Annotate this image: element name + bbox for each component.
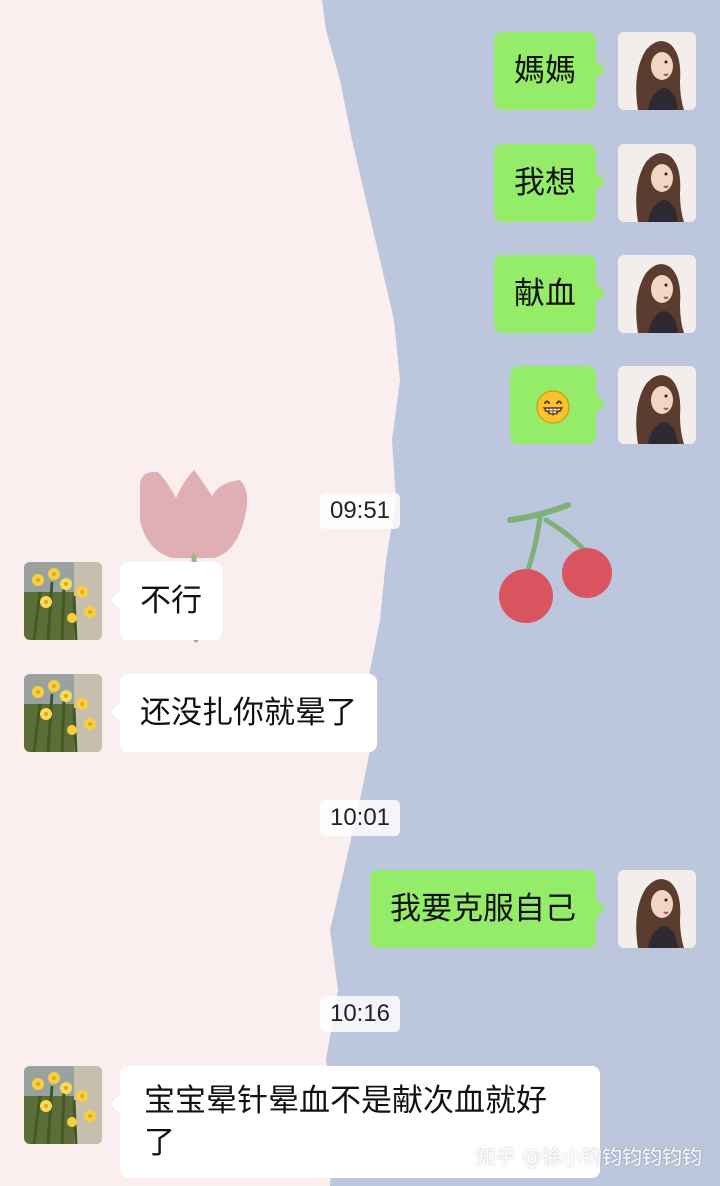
chat-message-sent — [0, 366, 720, 444]
chat-message-sent: 我要克服自己 — [0, 870, 720, 948]
message-bubble[interactable]: 还没扎你就晕了 — [110, 674, 377, 752]
timestamp: 10:01 — [319, 800, 401, 836]
girl-avatar-icon — [618, 870, 696, 948]
chat-area: 媽媽 我想 献血 09:51 不行 还没扎你就晕了 10:01 我要克服自己 1… — [0, 0, 720, 1186]
avatar[interactable] — [618, 870, 696, 948]
message-bubble[interactable]: 我想 — [494, 144, 606, 222]
chat-message-received: 宝宝晕针晕血不是献次血就好了 — [0, 1066, 720, 1178]
message-text: 不行 — [140, 583, 202, 619]
chat-message-sent: 媽媽 — [0, 32, 720, 110]
girl-avatar-icon — [618, 255, 696, 333]
message-bubble[interactable]: 我要克服自己 — [370, 870, 606, 948]
timestamp: 09:51 — [319, 493, 401, 529]
message-bubble[interactable] — [510, 366, 606, 444]
message-text: 献血 — [514, 276, 576, 312]
message-text: 我想 — [514, 165, 576, 201]
girl-avatar-icon — [618, 366, 696, 444]
avatar[interactable] — [618, 144, 696, 222]
chat-message-sent: 我想 — [0, 144, 720, 222]
avatar[interactable] — [618, 366, 696, 444]
chat-message-sent: 献血 — [0, 255, 720, 333]
message-bubble[interactable]: 媽媽 — [494, 32, 606, 110]
avatar[interactable] — [618, 255, 696, 333]
girl-avatar-icon — [618, 32, 696, 110]
watermark: 知乎 @徐小钧钧钧钧钧钧 — [475, 1145, 702, 1169]
avatar[interactable] — [618, 32, 696, 110]
flower-avatar-icon — [24, 1066, 102, 1144]
flower-avatar-icon — [24, 562, 102, 640]
chat-message-received: 还没扎你就晕了 — [0, 674, 720, 752]
avatar[interactable] — [24, 1066, 102, 1144]
message-text: 还没扎你就晕了 — [140, 695, 357, 731]
grinning-face-icon — [536, 389, 570, 424]
chat-message-received: 不行 — [0, 562, 720, 640]
avatar[interactable] — [24, 674, 102, 752]
message-bubble[interactable]: 不行 — [110, 562, 222, 640]
avatar[interactable] — [24, 562, 102, 640]
message-text: 我要克服自己 — [390, 891, 576, 927]
message-text: 媽媽 — [514, 53, 576, 89]
message-bubble[interactable]: 献血 — [494, 255, 606, 333]
timestamp: 10:16 — [319, 996, 401, 1032]
flower-avatar-icon — [24, 674, 102, 752]
girl-avatar-icon — [618, 144, 696, 222]
